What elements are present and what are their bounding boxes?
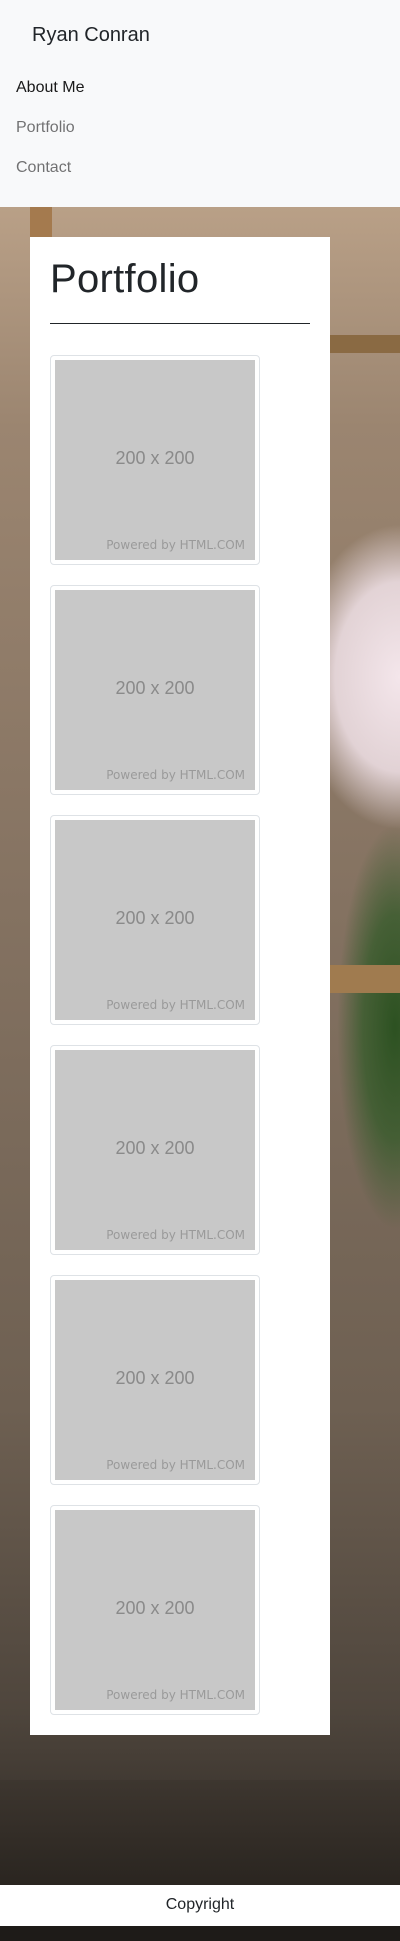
placeholder-size-label: 200 x 200 xyxy=(115,908,195,928)
nav-item-portfolio: Portfolio xyxy=(16,110,84,150)
background-window-frame-lower xyxy=(330,965,400,993)
background-window-frame xyxy=(330,335,400,353)
portfolio-thumbnail[interactable]: 200 x 200 Powered by HTML.COM xyxy=(50,1045,260,1255)
placeholder-credit: Powered by HTML.COM xyxy=(106,1228,245,1242)
navbar-brand[interactable]: Ryan Conran xyxy=(32,24,150,47)
placeholder-size-label: 200 x 200 xyxy=(115,448,195,468)
placeholder-credit: Powered by HTML.COM xyxy=(106,1458,245,1472)
placeholder-credit: Powered by HTML.COM xyxy=(106,998,245,1012)
portfolio-thumbnail[interactable]: 200 x 200 Powered by HTML.COM xyxy=(50,585,260,795)
portfolio-thumbnail[interactable]: 200 x 200 Powered by HTML.COM xyxy=(50,1505,260,1715)
placeholder-image: 200 x 200 Powered by HTML.COM xyxy=(55,590,255,790)
portfolio-thumbnail[interactable]: 200 x 200 Powered by HTML.COM xyxy=(50,1275,260,1485)
title-divider xyxy=(50,323,310,324)
placeholder-size-label: 200 x 200 xyxy=(115,1368,195,1388)
placeholder-size-label: 200 x 200 xyxy=(115,1138,195,1158)
placeholder-credit: Powered by HTML.COM xyxy=(106,768,245,782)
placeholder-size-label: 200 x 200 xyxy=(115,678,195,698)
placeholder-image: 200 x 200 Powered by HTML.COM xyxy=(55,1280,255,1480)
background-floor xyxy=(0,1780,400,1885)
placeholder-image: 200 x 200 Powered by HTML.COM xyxy=(55,820,255,1020)
portfolio-thumbnail[interactable]: 200 x 200 Powered by HTML.COM xyxy=(50,355,260,565)
portfolio-thumbnail[interactable]: 200 x 200 Powered by HTML.COM xyxy=(50,815,260,1025)
footer: Copyright xyxy=(0,1885,400,1926)
nav-item-about: About Me xyxy=(16,70,84,110)
placeholder-credit: Powered by HTML.COM xyxy=(106,1688,245,1702)
portfolio-panel: Portfolio 200 x 200 Powered by HTML.COM … xyxy=(30,237,330,1735)
background-trim xyxy=(30,207,52,239)
navbar: Ryan Conran About Me Portfolio Contact xyxy=(0,0,400,207)
background-bottom-strip xyxy=(0,1926,400,1941)
page-title: Portfolio xyxy=(50,257,200,301)
placeholder-size-label: 200 x 200 xyxy=(115,1598,195,1618)
placeholder-image: 200 x 200 Powered by HTML.COM xyxy=(55,360,255,560)
nav-link-about-me[interactable]: About Me xyxy=(16,70,84,102)
nav-list: About Me Portfolio Contact xyxy=(16,70,84,190)
nav-item-contact: Contact xyxy=(16,150,84,190)
nav-link-portfolio[interactable]: Portfolio xyxy=(16,110,75,142)
placeholder-image: 200 x 200 Powered by HTML.COM xyxy=(55,1050,255,1250)
placeholder-credit: Powered by HTML.COM xyxy=(106,538,245,552)
copyright-text: Copyright xyxy=(165,1896,235,1913)
nav-link-contact[interactable]: Contact xyxy=(16,150,71,182)
placeholder-image: 200 x 200 Powered by HTML.COM xyxy=(55,1510,255,1710)
